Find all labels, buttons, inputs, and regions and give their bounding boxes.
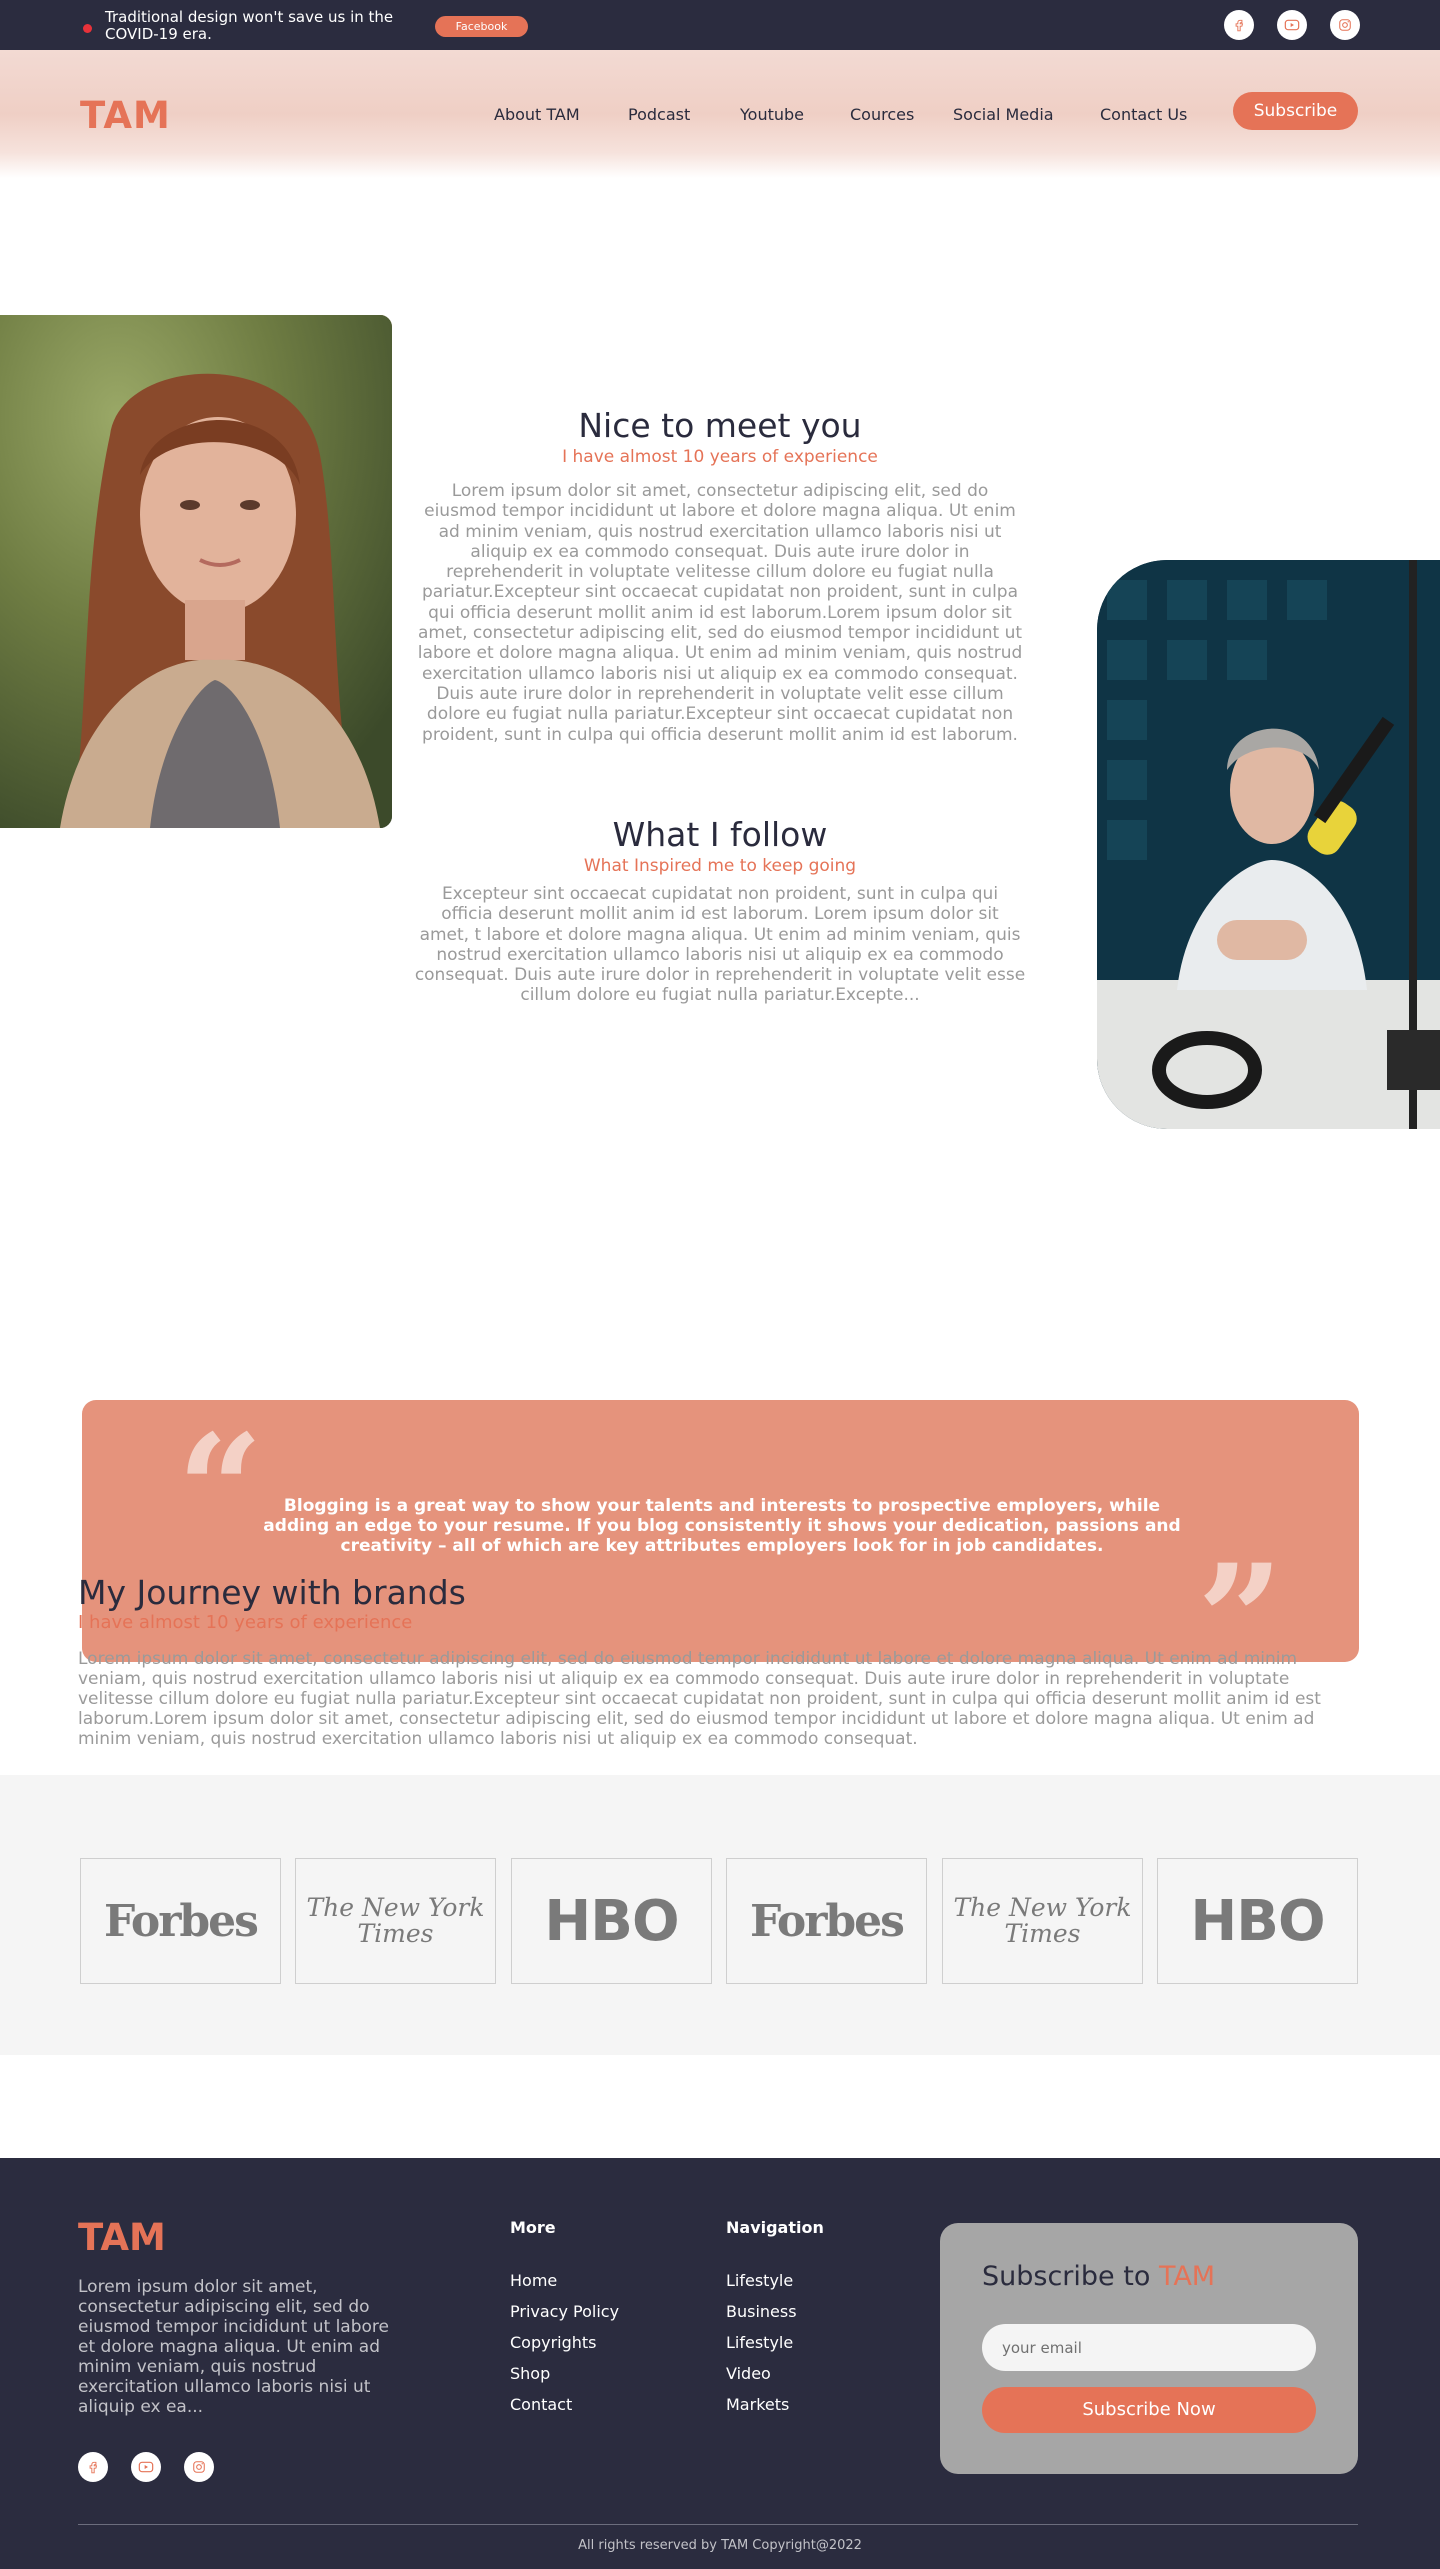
journey-title: My Journey with brands (78, 1573, 466, 1612)
footer-navigation-title: Navigation (726, 2218, 824, 2237)
footer-link-video[interactable]: Video (726, 2364, 771, 2383)
nav-courses[interactable]: Cources (850, 105, 914, 124)
newsletter-title: Subscribe to TAM (982, 2261, 1215, 2292)
follow-title: What I follow (612, 815, 828, 854)
quote-text: Blogging is a great way to show your tal… (263, 1496, 1181, 1556)
nav-youtube[interactable]: Youtube (740, 105, 804, 124)
brand-card-hbo[interactable]: HBO (1157, 1858, 1358, 1984)
footer-link-markets[interactable]: Markets (726, 2395, 789, 2414)
follow-block: What I follow What Inspired me to keep g… (410, 815, 1030, 1006)
footer-link-business[interactable]: Business (726, 2302, 797, 2321)
about-section: Nice to meet you I have almost 10 years … (0, 178, 1440, 1695)
podcast-photo (1097, 560, 1440, 1129)
nyt-logo: The New York Times (306, 1893, 485, 1948)
newsletter-card: Subscribe to TAM Subscribe Now (940, 2223, 1358, 2474)
nyt-logo: The New York Times (953, 1893, 1132, 1948)
copyright-text: All rights reserved by TAM Copyright@202… (578, 2538, 862, 2553)
newsletter-title-accent: TAM (1158, 2261, 1216, 2292)
journey-section: My Journey with brands I have almost 10 … (78, 1573, 1338, 1749)
intro-subtitle: I have almost 10 years of experience (562, 447, 878, 467)
footer-link-lifestyle[interactable]: Lifestyle (726, 2271, 793, 2290)
forbes-logo: Forbes (750, 1895, 905, 1947)
subscribe-now-button[interactable]: Subscribe Now (982, 2387, 1316, 2433)
footer-logo[interactable]: TAM (78, 2216, 166, 2259)
brand-card-forbes[interactable]: Forbes (80, 1858, 281, 1984)
footer-link-contact[interactable]: Contact (510, 2395, 572, 2414)
intro-block: Nice to meet you I have almost 10 years … (410, 406, 1030, 745)
brand-card-forbes[interactable]: Forbes (726, 1858, 927, 1984)
facebook-pill-button[interactable]: Facebook (435, 16, 528, 37)
site-header: TAM About TAM Podcast Youtube Cources So… (0, 50, 1440, 178)
follow-subtitle: What Inspired me to keep going (583, 856, 857, 876)
footer-description: Lorem ipsum dolor sit amet, consectetur … (78, 2277, 389, 2417)
intro-paragraph: Lorem ipsum dolor sit amet, consectetur … (417, 481, 1023, 745)
nav-social-media[interactable]: Social Media (953, 105, 1054, 124)
footer-more-title: More (510, 2218, 556, 2237)
nav-about[interactable]: About TAM (494, 105, 580, 124)
email-field[interactable] (982, 2324, 1316, 2371)
footer-link-shop[interactable]: Shop (510, 2364, 550, 2383)
site-logo[interactable]: TAM (80, 94, 171, 137)
intro-title: Nice to meet you (578, 406, 862, 445)
top-bar: Traditional design won't save us in the … (0, 0, 1440, 50)
footer-link-privacy[interactable]: Privacy Policy (510, 2302, 619, 2321)
brand-card-nyt[interactable]: The New York Times (942, 1858, 1143, 1984)
instagram-icon[interactable] (1330, 10, 1360, 40)
site-footer: TAM Lorem ipsum dolor sit amet, consecte… (0, 2158, 1440, 2569)
brand-card-hbo[interactable]: HBO (511, 1858, 712, 1984)
subscribe-button[interactable]: Subscribe (1233, 92, 1358, 130)
open-quote-mark: “ (177, 1402, 264, 1578)
footer-link-copyrights[interactable]: Copyrights (510, 2333, 597, 2352)
forbes-logo: Forbes (104, 1895, 259, 1947)
journey-paragraph: Lorem ipsum dolor sit amet, consectetur … (78, 1649, 1321, 1749)
newsletter-title-text: Subscribe to (982, 2261, 1151, 2292)
live-dot (83, 24, 92, 33)
facebook-icon[interactable] (1224, 10, 1254, 40)
follow-paragraph: Excepteur sint occaecat cupidatat non pr… (414, 884, 1026, 1006)
brand-card-nyt[interactable]: The New York Times (295, 1858, 496, 1984)
footer-link-lifestyle-2[interactable]: Lifestyle (726, 2333, 793, 2352)
brands-strip: Forbes The New York Times HBO Forbes The… (0, 1775, 1440, 2055)
nav-podcast[interactable]: Podcast (628, 105, 690, 124)
promo-text: Traditional design won't save us in the … (105, 8, 394, 43)
youtube-icon[interactable] (131, 2452, 161, 2482)
instagram-icon[interactable] (184, 2452, 214, 2482)
portrait-photo (0, 315, 392, 828)
youtube-icon[interactable] (1277, 10, 1307, 40)
footer-divider (78, 2524, 1358, 2525)
hbo-logo: HBO (544, 1888, 679, 1954)
nav-contact[interactable]: Contact Us (1100, 105, 1187, 124)
facebook-icon[interactable] (78, 2452, 108, 2482)
footer-link-home[interactable]: Home (510, 2271, 557, 2290)
journey-subtitle: I have almost 10 years of experience (78, 1612, 413, 1633)
hbo-logo: HBO (1190, 1888, 1325, 1954)
